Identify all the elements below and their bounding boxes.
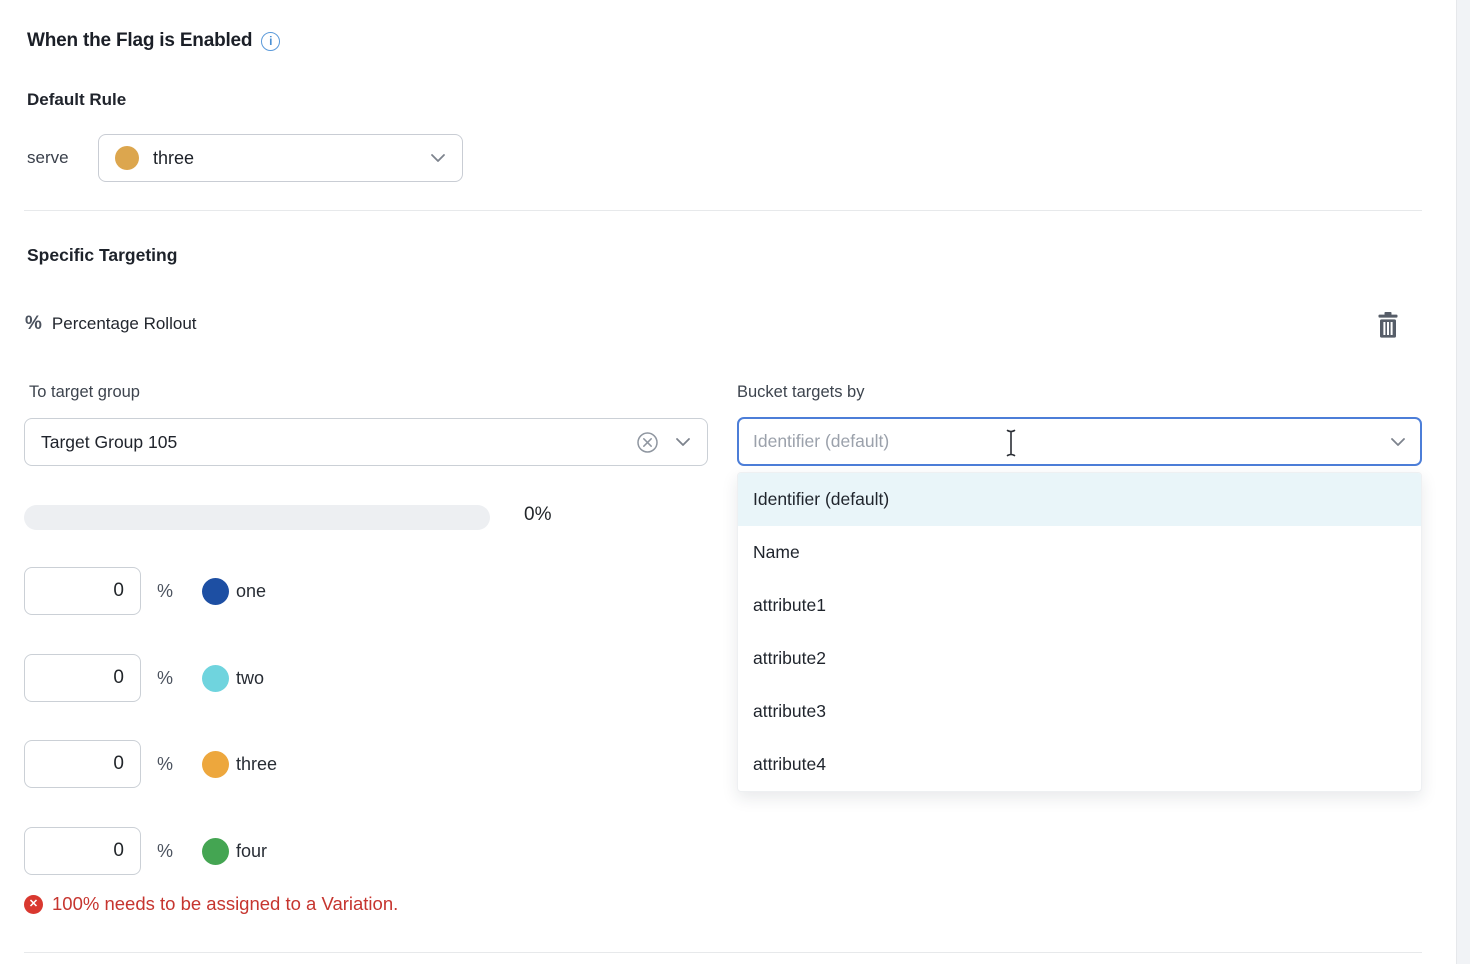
variation-color-dot <box>115 146 139 170</box>
error-icon: ✕ <box>24 895 43 914</box>
to-target-group-label: To target group <box>29 383 140 402</box>
menu-item-name[interactable]: Name <box>738 526 1421 579</box>
section-divider <box>24 210 1422 211</box>
rollout-title: Percentage Rollout <box>52 314 197 334</box>
variation-color-dot <box>202 838 229 865</box>
percentage-rollout-header: % Percentage Rollout <box>25 313 197 335</box>
percent-sign: % <box>157 841 173 862</box>
serve-row: serve three <box>27 134 463 182</box>
menu-item-attribute2[interactable]: attribute2 <box>738 632 1421 685</box>
target-group-select[interactable]: Target Group 105 <box>24 418 708 466</box>
clear-selection-icon[interactable] <box>636 431 659 454</box>
variation-row-one: % one <box>24 567 266 615</box>
serve-label: serve <box>27 148 98 168</box>
percent-sign: % <box>157 754 173 775</box>
variation-color-dot <box>202 665 229 692</box>
page-title: When the Flag is Enabled <box>27 30 252 52</box>
rollout-progress-label: 0% <box>524 504 551 526</box>
serve-variation-select[interactable]: three <box>98 134 463 182</box>
chevron-down-icon[interactable] <box>675 437 691 447</box>
variation-percent-input[interactable] <box>24 654 141 702</box>
delete-rollout-button[interactable] <box>1371 308 1405 344</box>
chevron-down-icon <box>430 153 446 163</box>
variation-percent-input[interactable] <box>24 827 141 875</box>
variation-name: three <box>236 754 277 775</box>
specific-targeting-heading: Specific Targeting <box>27 245 177 266</box>
target-group-value: Target Group 105 <box>41 432 636 453</box>
variation-row-four: % four <box>24 827 267 875</box>
variation-color-dot <box>202 578 229 605</box>
info-icon[interactable]: i <box>261 32 280 51</box>
text-cursor-icon <box>1004 428 1018 463</box>
rollout-progress-bar <box>24 505 490 530</box>
bucket-targets-by-input[interactable] <box>753 431 1390 452</box>
variation-row-three: % three <box>24 740 277 788</box>
trash-icon <box>1375 311 1401 342</box>
chevron-down-icon[interactable] <box>1390 437 1406 447</box>
variation-name: one <box>236 581 266 602</box>
menu-item-attribute1[interactable]: attribute1 <box>738 579 1421 632</box>
bucket-targets-by-select[interactable] <box>737 417 1422 466</box>
menu-item-identifier-default[interactable]: Identifier (default) <box>738 473 1421 526</box>
flag-targeting-page: When the Flag is Enabled i Default Rule … <box>0 0 1470 964</box>
percent-icon: % <box>25 313 42 335</box>
section-divider <box>24 952 1422 953</box>
bucket-targets-dropdown-menu: Identifier (default) Name attribute1 att… <box>737 472 1422 792</box>
section-header: When the Flag is Enabled i <box>27 30 280 52</box>
page-background-edge <box>1456 0 1470 964</box>
variation-row-two: % two <box>24 654 264 702</box>
validation-error-text: 100% needs to be assigned to a Variation… <box>52 893 398 915</box>
bucket-targets-by-label: Bucket targets by <box>737 383 864 402</box>
serve-variation-value: three <box>153 148 430 169</box>
variation-percent-input[interactable] <box>24 567 141 615</box>
default-rule-heading: Default Rule <box>27 90 126 110</box>
percent-sign: % <box>157 581 173 602</box>
variation-percent-input[interactable] <box>24 740 141 788</box>
variation-name: two <box>236 668 264 689</box>
variation-color-dot <box>202 751 229 778</box>
variation-name: four <box>236 841 267 862</box>
percent-sign: % <box>157 668 173 689</box>
menu-item-attribute3[interactable]: attribute3 <box>738 685 1421 738</box>
menu-item-attribute4[interactable]: attribute4 <box>738 738 1421 791</box>
validation-error: ✕ 100% needs to be assigned to a Variati… <box>24 893 398 915</box>
